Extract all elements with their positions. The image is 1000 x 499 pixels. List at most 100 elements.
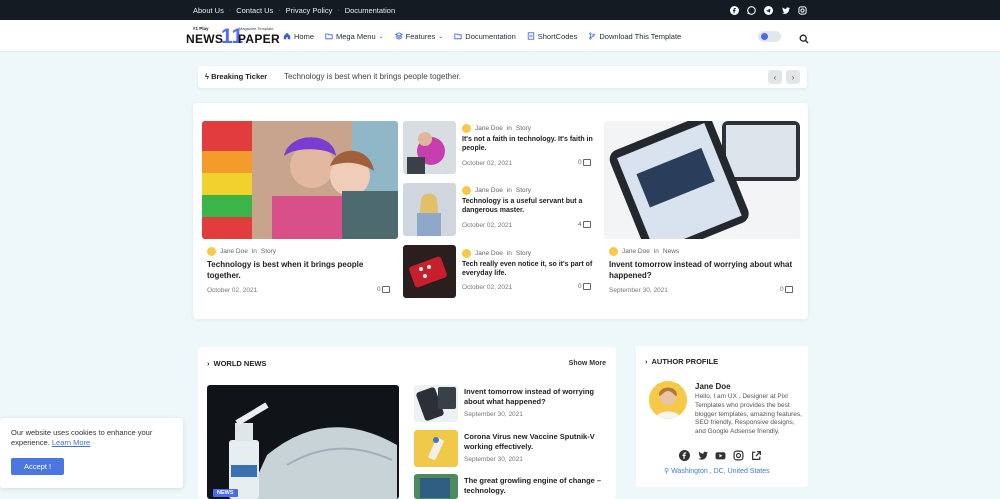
featured-main-image[interactable] [202,121,398,239]
menu-item-home[interactable]: Home [283,32,314,41]
logo-word-paper: PAPER [238,32,280,46]
documentation-link[interactable]: Documentation [345,6,395,15]
whatsapp-icon[interactable] [747,5,756,15]
external-link-icon[interactable] [751,450,762,461]
ticker-label: ϟ Breaking Ticker [205,72,268,81]
code-icon [527,32,535,40]
post-category[interactable]: Story [261,248,276,255]
menu-item-mega-menu[interactable]: Mega Menu ⌄ [325,32,384,41]
post-category[interactable]: Story [516,250,531,257]
comment-count[interactable]: 0 [780,286,793,293]
post-title[interactable]: Technology is best when it brings people… [207,260,387,282]
post-title[interactable]: Tech really even notice it, so it's part… [462,260,596,279]
post-meta: Jane Doe in News [609,247,679,256]
privacy-policy-link[interactable]: Privacy Policy [286,6,333,15]
post-thumbnail[interactable] [403,121,456,174]
post-author[interactable]: Jane Doe [220,248,248,255]
show-more-link[interactable]: Show More [569,360,606,367]
cookie-consent: Our website uses cookies to enhance your… [0,418,183,488]
post-title[interactable]: Technology is a useful servant but a dan… [462,197,596,216]
telegram-icon[interactable] [764,5,773,15]
search-icon[interactable] [799,31,809,44]
meta-in: in [653,248,659,255]
post-meta: Jane Doe in Story [462,249,531,258]
menu-item-documentation[interactable]: Documentation [454,31,516,41]
post-author[interactable]: Jane Doe [622,248,650,255]
instagram-icon[interactable] [798,5,807,15]
post-title[interactable]: It's not a faith in technology. It's fai… [462,135,596,154]
facebook-icon[interactable] [730,5,739,15]
menu-label: Download This Template [599,31,682,41]
meta-in: in [251,248,257,255]
news-badge[interactable]: NEWS [213,489,238,497]
logo-word-news: NEWS [186,32,224,46]
twitter-icon[interactable] [781,6,790,15]
contact-us-link[interactable]: Contact Us [236,6,273,15]
post-title[interactable]: Corona Virus new Vaccine Sputnik-V worki… [464,432,609,452]
youtube-icon[interactable] [715,450,726,461]
post-thumbnail[interactable] [403,245,456,298]
menu-item-shortcodes[interactable]: ShortCodes [527,32,577,41]
world-news-main-image[interactable]: NEWS [207,385,399,499]
post-category[interactable]: Story [516,125,531,132]
accept-cookies-button[interactable]: Accept ! [11,458,64,475]
post-thumbnail[interactable] [414,385,458,422]
author-avatar [609,247,618,256]
menu-item-download[interactable]: Download This Template [588,32,681,41]
cookie-message: Our website uses cookies to enhance your… [11,428,153,448]
post-author[interactable]: Jane Doe [475,187,503,194]
about-us-link[interactable]: About Us [193,6,224,15]
social-links [730,0,807,20]
logo-tagline: #1 Play [193,26,209,31]
post-thumbnail[interactable] [414,474,458,499]
post-title[interactable]: Invent tomorrow instead of worrying abou… [464,387,609,407]
twitter-icon[interactable] [697,450,708,461]
author-profile-widget: › AUTHOR PROFILE Jane Doe Hello, I am UX … [636,346,808,487]
toggle-knob [761,33,768,40]
author-avatar [462,249,471,258]
ticker-text[interactable]: Technology is best when it brings people… [284,72,461,81]
ticker-prev-button[interactable]: ‹ [768,70,782,84]
comment-count[interactable]: 0 [578,283,591,290]
menu-label: Documentation [465,31,516,41]
meta-in: in [506,125,512,132]
instagram-icon[interactable] [733,450,744,461]
layers-icon [394,32,403,40]
menu-label: Mega Menu [336,31,376,41]
author-name[interactable]: Jane Doe [695,382,731,391]
chevron-down-icon: ⌄ [378,33,384,40]
chevron-right-icon: › [645,357,648,366]
facebook-icon[interactable] [679,450,690,461]
author-location: ⚲ Washington , DC, United States [664,468,770,475]
post-category[interactable]: Story [516,187,531,194]
post-title[interactable]: The great growling engine of change – te… [464,476,609,496]
site-logo[interactable]: #1 Play NEWS 11 Magazine Template PAPER [186,24,280,48]
featured-right-image[interactable] [604,121,800,239]
comment-count[interactable]: 4 [578,221,591,228]
author-avatar [207,247,216,256]
comment-count[interactable]: 0 [578,159,591,166]
post-date: September 30, 2021 [464,456,523,463]
learn-more-link[interactable]: Learn More [52,438,90,447]
comment-count[interactable]: 0 [377,286,390,293]
post-date: September 30, 2021 [609,287,668,294]
post-date: October 02, 2021 [462,222,513,229]
post-author[interactable]: Jane Doe [475,125,503,132]
ticker-next-button[interactable]: › [786,70,800,84]
post-thumbnail[interactable] [414,430,458,467]
folder-icon [454,32,462,40]
menu-item-features[interactable]: Features ⌄ [394,32,443,41]
dark-mode-toggle[interactable] [758,31,781,42]
post-category[interactable]: News [663,248,679,255]
home-icon [283,32,291,40]
meta-in: in [506,250,512,257]
post-meta: Jane Doe in Story [462,186,531,195]
comment-icon [381,286,390,293]
author-avatar[interactable] [649,381,687,419]
comment-icon [784,286,793,293]
post-thumbnail[interactable] [403,183,456,236]
comment-icon [582,221,591,228]
post-title[interactable]: Invent tomorrow instead of worrying abou… [609,260,794,282]
site-header: #1 Play NEWS 11 Magazine Template PAPER … [0,20,1000,52]
post-author[interactable]: Jane Doe [475,250,503,257]
